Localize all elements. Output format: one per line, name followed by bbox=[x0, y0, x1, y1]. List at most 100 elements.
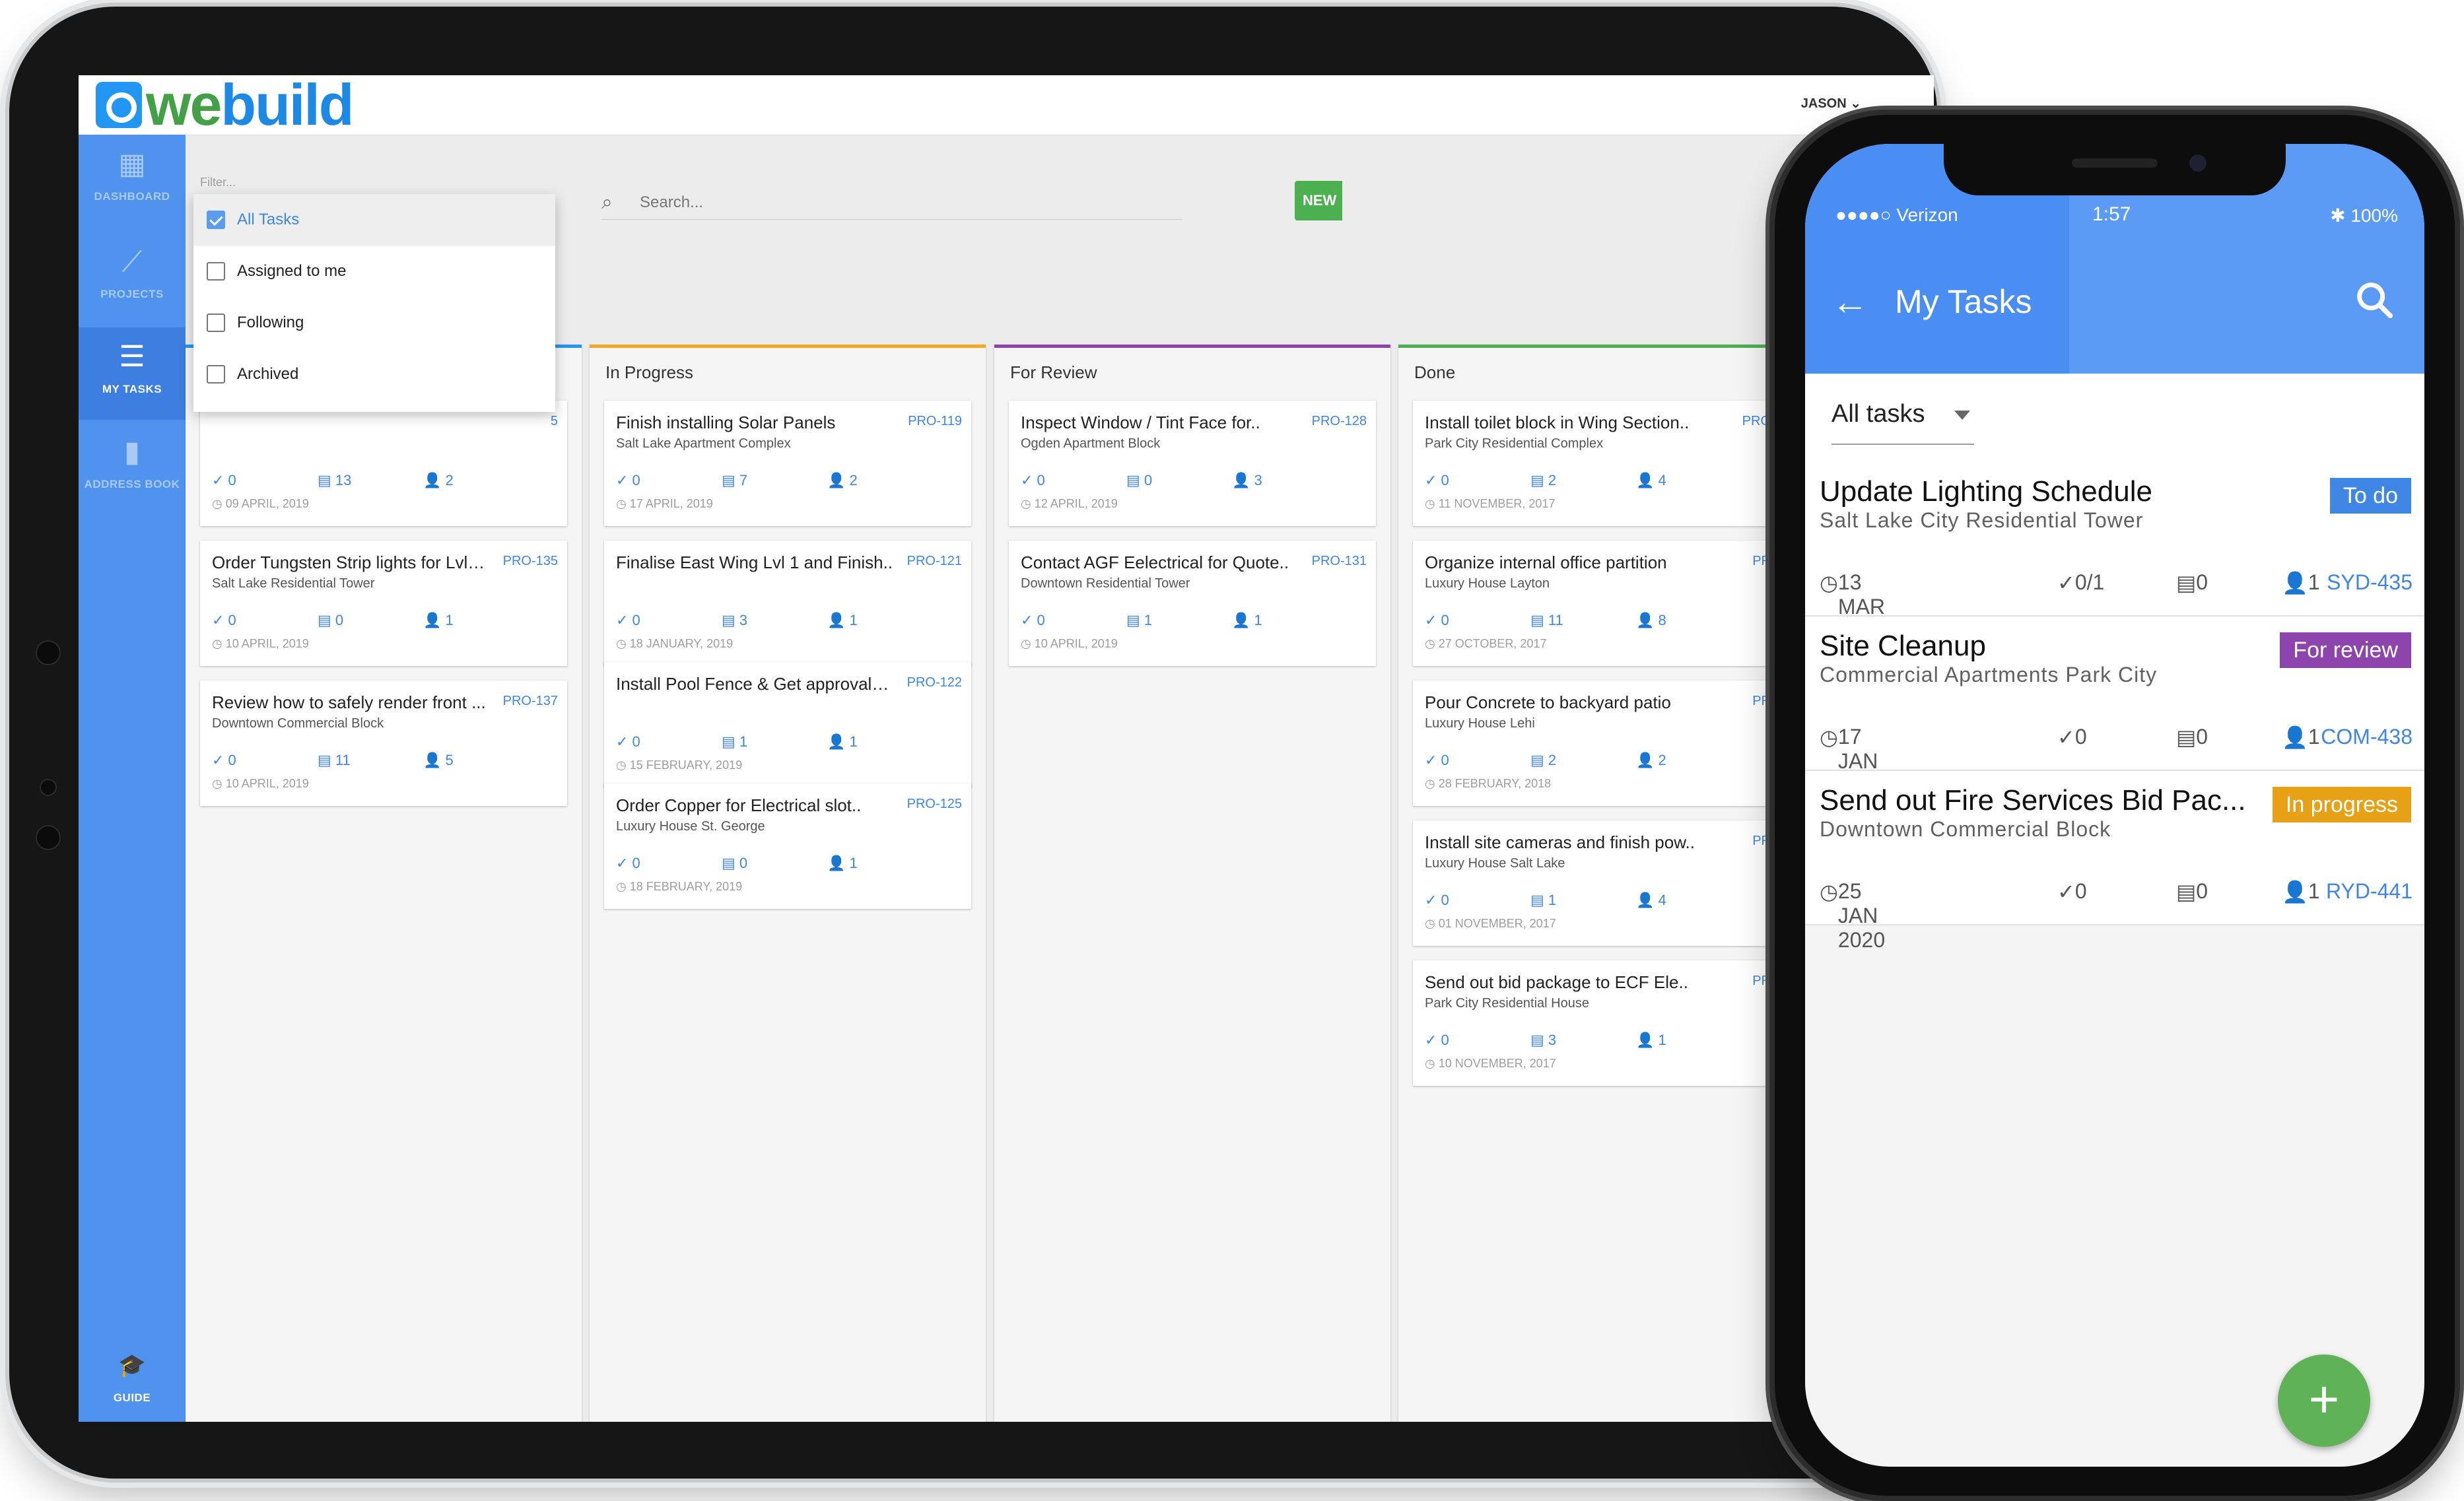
filter-option-assigned[interactable]: Assigned to me bbox=[193, 246, 555, 297]
nav-guide[interactable]: 🎓 GUIDE bbox=[79, 1336, 186, 1422]
task-id[interactable]: PR bbox=[1752, 694, 1771, 709]
nav-label: DASHBOARD bbox=[94, 190, 170, 203]
task-id[interactable]: PRO-131 bbox=[1312, 554, 1367, 569]
people-stat: 👤 3 bbox=[1232, 472, 1262, 489]
task-id[interactable]: SYD-435 bbox=[2327, 570, 2413, 595]
people-count: 1 bbox=[2308, 879, 2320, 903]
task-id[interactable]: PR bbox=[1752, 834, 1771, 849]
task-stats: ✓ 0 ▤ 0 👤 1 bbox=[212, 612, 555, 632]
nav-address-book[interactable]: ▮ ADDRESS BOOK bbox=[79, 422, 186, 515]
project-name: Ogden Apartment Block bbox=[1021, 436, 1161, 451]
task-card[interactable]: Review how to safely render front ... PRO… bbox=[200, 681, 567, 806]
task-filter-select[interactable]: All tasks bbox=[1831, 400, 1974, 445]
comments-count: 0 bbox=[2196, 879, 2208, 903]
task-row[interactable]: Send out Fire Services Bid Pac... Downtow… bbox=[1805, 771, 2424, 952]
task-row[interactable]: Site Cleanup Commercial Apartments Park C… bbox=[1805, 617, 2424, 797]
checklist-count: 0 bbox=[1441, 1032, 1449, 1048]
task-card[interactable]: Send out bid package to ECF Ele.. PR Park … bbox=[1413, 960, 1780, 1086]
due-date-text: 17 APRIL, 2019 bbox=[629, 497, 713, 510]
task-id[interactable]: PRO-121 bbox=[907, 554, 962, 569]
task-title: Order Copper for Electrical slot.. bbox=[616, 795, 862, 815]
task-title: Contact AGF Eelectrical for Quote.. bbox=[1021, 552, 1289, 572]
filter-option-all-tasks[interactable]: All Tasks bbox=[193, 194, 555, 246]
new-task-button[interactable]: NEW bbox=[1295, 181, 1342, 220]
people-count: 1 bbox=[445, 612, 454, 628]
task-card[interactable]: Order Tungsten Strip lights for Lvl 4.. P… bbox=[200, 541, 567, 666]
task-id[interactable]: PRO-128 bbox=[1312, 414, 1367, 429]
due-date: ◷ 17 APRIL, 2019 bbox=[616, 497, 713, 511]
webuild-logo[interactable]: webuild bbox=[96, 76, 355, 134]
task-card[interactable]: Contact AGF Eelectrical for Quote.. PRO-1… bbox=[1009, 541, 1376, 666]
checklist-count: 0 bbox=[1441, 892, 1449, 908]
task-card[interactable]: Finish installing Solar Panels PRO-119 Sal… bbox=[604, 401, 971, 526]
checklist-stat: ✓ 0 bbox=[1021, 612, 1045, 629]
clock-icon: ◷ bbox=[1021, 637, 1035, 650]
comment-icon: ▤ bbox=[1530, 472, 1548, 488]
task-card[interactable]: Inspect Window / Tint Face for.. PRO-128 O… bbox=[1009, 401, 1376, 526]
checkbox-icon[interactable] bbox=[207, 365, 225, 384]
people-stat: 👤 1 bbox=[2282, 879, 2320, 904]
task-id[interactable]: RYD-441 bbox=[2326, 879, 2413, 904]
check-icon: ✓ bbox=[616, 612, 633, 628]
comment-icon: ▤ bbox=[318, 612, 335, 628]
task-id[interactable]: PR bbox=[1752, 554, 1771, 569]
task-row[interactable]: Update Lighting Schedule Salt Lake City R… bbox=[1805, 462, 2424, 643]
people-stat: 👤 2 bbox=[1636, 752, 1666, 769]
clock-icon: ◷ bbox=[616, 637, 630, 650]
project-name: Park City Residential Complex bbox=[1425, 436, 1604, 451]
comments-count: 0 bbox=[335, 612, 344, 628]
checkbox-checked-icon[interactable] bbox=[207, 211, 225, 229]
task-filter-bar: All tasks bbox=[1805, 374, 2424, 463]
filter-option-archived[interactable]: Archived bbox=[193, 349, 555, 400]
task-card[interactable]: Pour Concrete to backyard patio PR Luxury … bbox=[1413, 681, 1780, 806]
task-title: Order Tungsten Strip lights for Lvl 4.. bbox=[212, 552, 489, 572]
checklist-count: 0 bbox=[632, 855, 640, 871]
task-board: Filter... All Tasks Assigned to me Follo… bbox=[186, 135, 1934, 1422]
due-date: ◷ 10 APRIL, 2019 bbox=[212, 637, 309, 651]
task-card[interactable]: Finalise East Wing Lvl 1 and Finish.. PRO… bbox=[604, 541, 971, 666]
comments-count: 2 bbox=[1548, 752, 1557, 768]
task-id[interactable]: 5 bbox=[551, 414, 558, 429]
task-id[interactable]: PR bbox=[1752, 974, 1771, 989]
nav-label: PROJECTS bbox=[100, 288, 164, 300]
task-id[interactable]: PRO bbox=[1742, 414, 1771, 429]
task-id[interactable]: PRO-119 bbox=[908, 414, 962, 429]
comments-count: 0 bbox=[1144, 472, 1153, 488]
task-card[interactable]: Organize internal office partition PR Luxu… bbox=[1413, 541, 1780, 666]
comments-stat: ▤ 1 bbox=[1530, 892, 1556, 909]
people-count: 1 bbox=[1658, 1032, 1666, 1048]
task-card[interactable]: 5 ✓ 0 ▤ 13 👤 2 ◷ 09 APRIL, 2019 bbox=[200, 401, 567, 526]
add-task-button[interactable]: + bbox=[2278, 1354, 2370, 1447]
task-card[interactable]: Order Copper for Electrical slot.. PRO-12… bbox=[604, 784, 971, 909]
task-id[interactable]: PRO-135 bbox=[503, 554, 558, 569]
clock-icon: ◷ bbox=[212, 637, 226, 650]
filter-option-following[interactable]: Following bbox=[193, 297, 555, 349]
task-card[interactable]: Install toilet block in Wing Section.. PR… bbox=[1413, 401, 1780, 526]
search-icon[interactable] bbox=[2352, 277, 2398, 323]
person-icon: 👤 bbox=[1636, 472, 1659, 488]
checklist-stat: ✓ 0/1 bbox=[2057, 570, 2105, 595]
task-id[interactable]: PRO-137 bbox=[503, 694, 558, 709]
checklist-stat: ✓ 0 bbox=[2057, 725, 2087, 749]
search-input[interactable] bbox=[638, 193, 1169, 213]
tablet-device: webuild JASON ⌄ ▦ DASHBOARD ⟋ PROJECTS ☰… bbox=[9, 7, 1937, 1479]
checkbox-icon[interactable] bbox=[207, 314, 225, 332]
project-name: Salt Lake City Residential Tower bbox=[1820, 508, 2144, 532]
task-id[interactable]: COM-438 bbox=[2321, 725, 2413, 749]
task-id[interactable]: PRO-122 bbox=[907, 675, 962, 690]
task-id[interactable]: PRO-125 bbox=[907, 797, 962, 812]
search-bar: ⌕ bbox=[601, 189, 1182, 220]
user-menu[interactable]: JASON ⌄ bbox=[1801, 95, 1861, 112]
task-card[interactable]: Install site cameras and finish pow.. PR L… bbox=[1413, 820, 1780, 946]
task-card[interactable]: Install Pool Fence & Get approval of.. PR… bbox=[604, 662, 971, 787]
due-date: ◷ 18 FEBRUARY, 2019 bbox=[616, 880, 742, 894]
option-label: Assigned to me bbox=[237, 262, 347, 280]
nav-my-tasks[interactable]: ☰ MY TASKS bbox=[79, 327, 186, 420]
check-icon: ✓ bbox=[212, 752, 228, 768]
nav-projects[interactable]: ⟋ PROJECTS bbox=[79, 232, 186, 325]
task-title: Install site cameras and finish pow.. bbox=[1425, 832, 1695, 852]
search-icon[interactable]: ⌕ bbox=[601, 191, 613, 214]
checkbox-icon[interactable] bbox=[207, 262, 225, 281]
nav-dashboard[interactable]: ▦ DASHBOARD bbox=[79, 135, 186, 227]
back-arrow-icon[interactable]: ← bbox=[1831, 279, 1868, 325]
